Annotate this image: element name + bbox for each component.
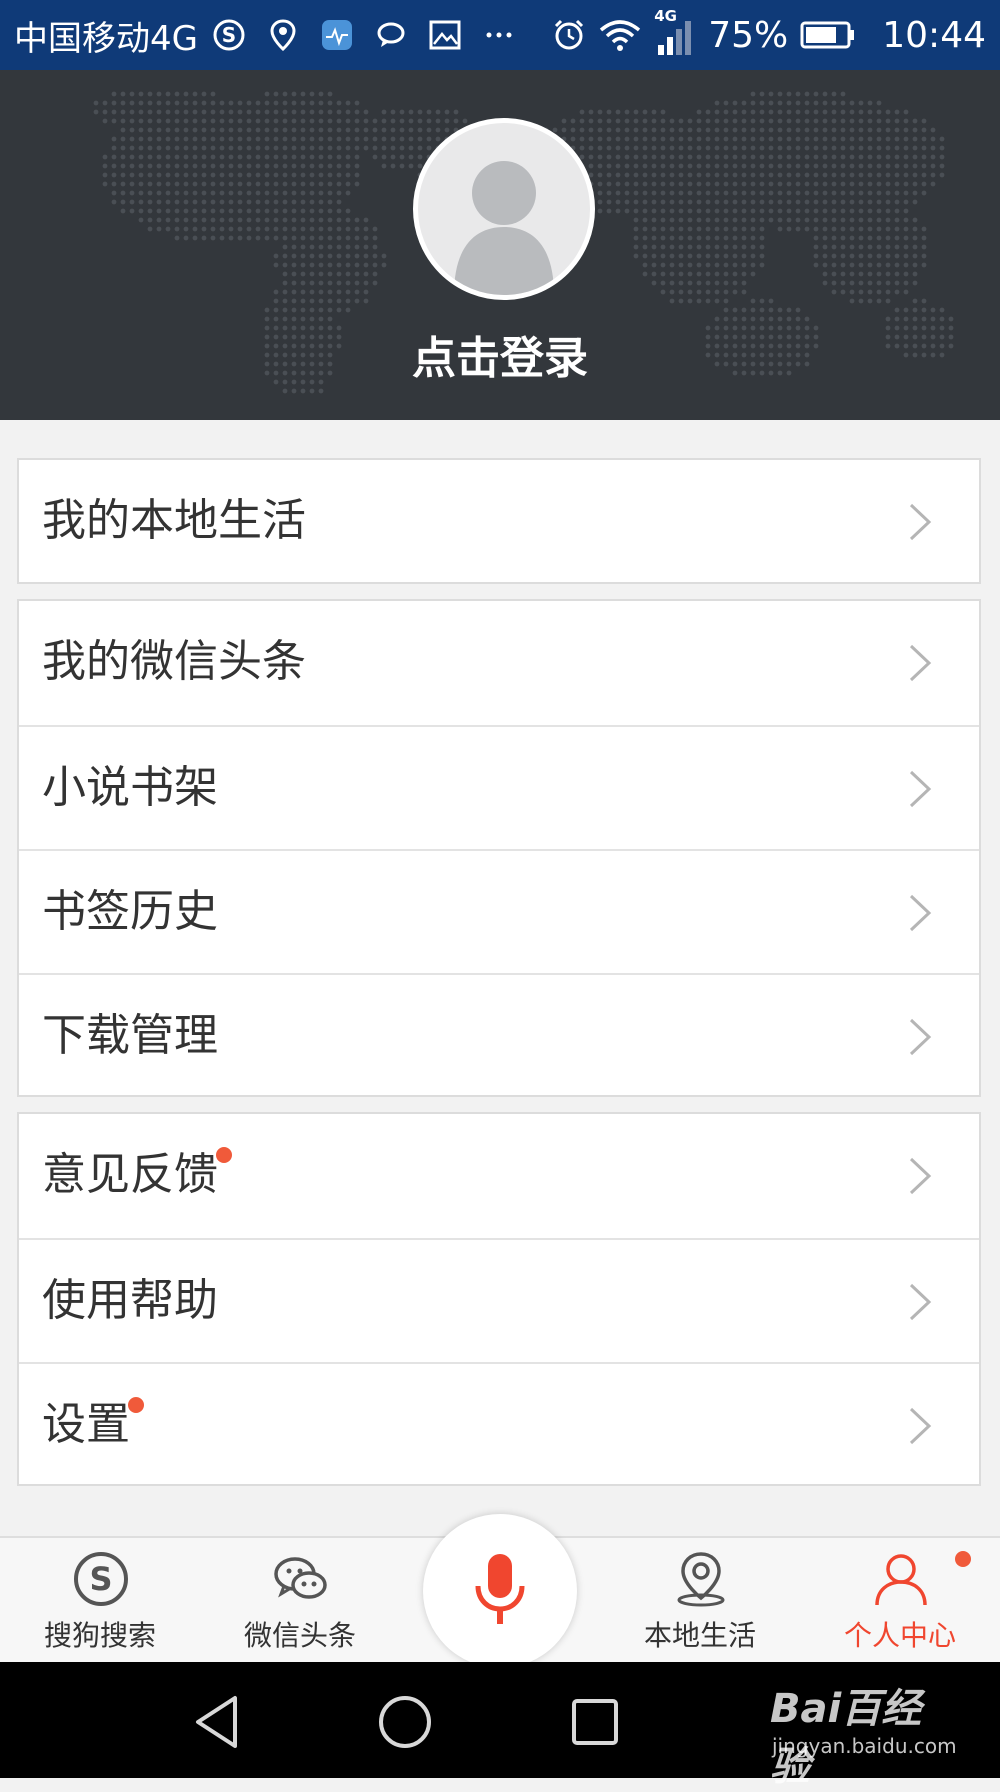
tab-label: 本地生活 [643,1619,756,1652]
sogou-s-icon: S [213,19,245,51]
status-bar: 中国移动4G S 4G 75% 10:44 [0,0,1000,70]
location-icon [677,1552,725,1607]
battery-percent: 75% [708,14,789,56]
chevron-right-icon [909,503,932,541]
image-icon [429,20,461,50]
menu-row-bookmarks-history[interactable]: 书签历史 [19,849,979,973]
tab-local-life[interactable]: 本地生活 [600,1538,800,1662]
clock: 10:44 [882,14,986,56]
menu-group-local: 我的本地生活 [17,458,981,584]
microphone-icon [475,1554,525,1624]
voice-search-button[interactable] [423,1514,577,1668]
notification-dot [216,1147,232,1163]
baidu-jingyan-watermark: Bai百经验 jingyan.baidu.com [760,1676,960,1790]
tab-sogou-search[interactable]: S 搜狗搜索 [0,1538,200,1662]
menu-row-label: 我的本地生活 [42,495,306,546]
menu-group-content: 我的微信头条 小说书架 书签历史 下载管理 [17,599,981,1097]
menu-row-label: 意见反馈 [42,1114,232,1236]
menu-row-feedback[interactable]: 意见反馈 [19,1114,979,1238]
menu-row-text: 意见反馈 [42,1149,218,1200]
menu-row-help[interactable]: 使用帮助 [19,1238,979,1362]
menu-row-text: 设置 [42,1399,130,1450]
more-dots-icon [486,32,512,38]
chevron-right-icon [909,1407,932,1445]
menu-row-label: 小说书架 [42,762,218,813]
chevron-right-icon [909,1018,932,1056]
menu-row-settings[interactable]: 设置 [19,1362,979,1486]
chat-bubble-icon [377,22,405,47]
tab-label: 微信头条 [243,1619,356,1652]
signal-icon: 4G [654,7,696,57]
menu-row-label: 书签历史 [42,886,218,937]
tab-notification-dot [955,1551,971,1567]
menu-group-support: 意见反馈 使用帮助 设置 [17,1112,981,1486]
watermark-url: jingyan.baidu.com [772,1734,957,1758]
sogou-search-icon: S [74,1552,128,1606]
wechat-icon [274,1557,327,1599]
menu-row-novel-shelf[interactable]: 小说书架 [19,725,979,849]
menu-row-label: 下载管理 [42,1010,218,1061]
notification-dot [128,1397,144,1413]
menu-row-label: 我的微信头条 [42,636,306,687]
tab-label: 个人中心 [843,1619,956,1652]
health-app-icon [321,20,352,50]
tab-label: 搜狗搜索 [43,1619,156,1652]
menu-row-label: 设置 [42,1364,144,1486]
login-prompt[interactable]: 点击登录 [0,322,1000,386]
recents-square-icon[interactable] [565,1692,625,1752]
chevron-right-icon [909,770,932,808]
svg-text:S: S [222,23,236,47]
default-avatar-icon [454,161,554,295]
menu-row-my-wechat-headlines[interactable]: 我的微信头条 [19,601,979,725]
home-circle-icon[interactable] [375,1692,435,1752]
battery-icon [800,21,855,49]
avatar[interactable] [413,118,595,300]
tab-wechat-headlines[interactable]: 微信头条 [200,1538,400,1662]
carrier-label: 中国移动4G [14,18,198,59]
person-icon [875,1554,927,1606]
alarm-icon [555,19,584,50]
chevron-right-icon [909,1283,932,1321]
back-triangle-icon[interactable] [190,1692,250,1752]
menu-row-label: 使用帮助 [42,1275,218,1326]
svg-text:S: S [89,1560,112,1598]
chevron-right-icon [909,644,932,682]
menu-row-my-local-life[interactable]: 我的本地生活 [19,460,979,584]
wifi-icon [600,20,641,51]
location-pin-icon [270,19,296,52]
profile-header: 点击登录 [0,70,1000,420]
menu-row-download-manager[interactable]: 下载管理 [19,973,979,1097]
chevron-right-icon [909,1157,932,1195]
chevron-right-icon [909,894,932,932]
